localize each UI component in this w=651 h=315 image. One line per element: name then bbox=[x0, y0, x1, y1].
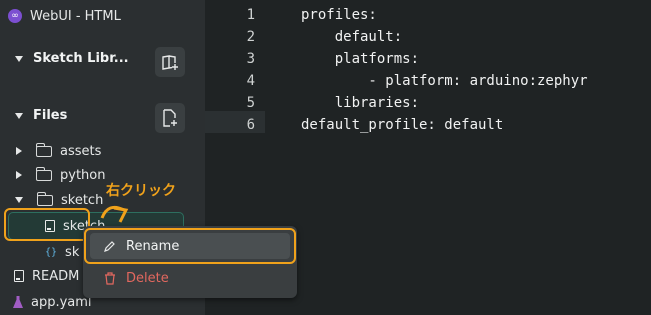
json-file-icon: {} bbox=[45, 246, 58, 258]
tree-label: app.yaml bbox=[31, 294, 92, 310]
code-line[interactable]: platforms: bbox=[301, 48, 588, 70]
tree-label: assets bbox=[60, 143, 102, 159]
app-title: WebUI - HTML bbox=[30, 8, 121, 24]
collapse-arrow-icon bbox=[15, 197, 23, 203]
right-click-target-highlight bbox=[4, 208, 90, 241]
collapse-arrow-icon bbox=[15, 112, 23, 119]
file-icon bbox=[14, 270, 24, 282]
line-number: 5 bbox=[246, 95, 255, 111]
code-line[interactable]: default: bbox=[301, 26, 588, 48]
tree-item-assets[interactable]: assets bbox=[16, 141, 101, 161]
code-line[interactable]: profiles: bbox=[301, 4, 588, 26]
tree-item-python[interactable]: python bbox=[16, 165, 105, 185]
expand-arrow-icon bbox=[16, 171, 22, 179]
tree-item-readme[interactable]: READM bbox=[14, 266, 79, 286]
book-add-icon bbox=[162, 55, 178, 70]
code-line[interactable]: default_profile: default bbox=[301, 114, 588, 136]
tree-label: sk bbox=[65, 244, 80, 260]
trash-icon bbox=[105, 271, 115, 285]
section-label-files: Files bbox=[33, 108, 68, 123]
add-library-button[interactable] bbox=[155, 47, 185, 77]
line-numbers: 1 2 3 4 5 6 bbox=[205, 4, 255, 136]
menu-item-rename[interactable]: Rename bbox=[90, 233, 290, 259]
tree-item-app-yaml[interactable]: app.yaml bbox=[13, 292, 92, 312]
add-file-button[interactable] bbox=[155, 103, 185, 133]
code-line[interactable]: - platform: arduino:zephyr bbox=[301, 70, 587, 92]
menu-label-delete: Delete bbox=[126, 270, 169, 286]
tree-item-sketch-folder[interactable]: sketch bbox=[15, 190, 103, 210]
line-number: 3 bbox=[246, 51, 255, 67]
line-number: 4 bbox=[246, 73, 255, 89]
app-logo-icon: ∞ bbox=[8, 9, 22, 23]
file-add-icon bbox=[163, 109, 177, 127]
app-header[interactable]: ∞ WebUI - HTML bbox=[8, 5, 121, 27]
tree-item-sketch-json[interactable]: {} sk bbox=[45, 242, 79, 262]
pencil-icon bbox=[104, 241, 115, 252]
section-label-sketch-library: Sketch Libr... bbox=[33, 51, 129, 66]
section-files[interactable]: Files bbox=[15, 108, 67, 123]
line-number: 6 bbox=[246, 117, 255, 133]
line-number: 1 bbox=[246, 7, 255, 23]
code-line[interactable]: libraries: bbox=[301, 92, 588, 114]
line-number: 2 bbox=[246, 29, 255, 45]
code-lines[interactable]: profiles: default: platforms: - platform… bbox=[301, 4, 588, 136]
tree-label: READM bbox=[32, 268, 80, 284]
folder-icon bbox=[36, 191, 53, 206]
menu-item-delete[interactable]: Delete bbox=[104, 268, 169, 288]
tree-label: python bbox=[60, 167, 106, 183]
flask-icon bbox=[13, 296, 23, 308]
folder-icon bbox=[35, 142, 52, 157]
section-sketch-library[interactable]: Sketch Libr... bbox=[15, 51, 129, 66]
expand-arrow-icon bbox=[16, 147, 22, 155]
collapse-arrow-icon bbox=[15, 55, 23, 62]
menu-label-rename: Rename bbox=[126, 238, 180, 254]
folder-icon bbox=[35, 166, 52, 181]
